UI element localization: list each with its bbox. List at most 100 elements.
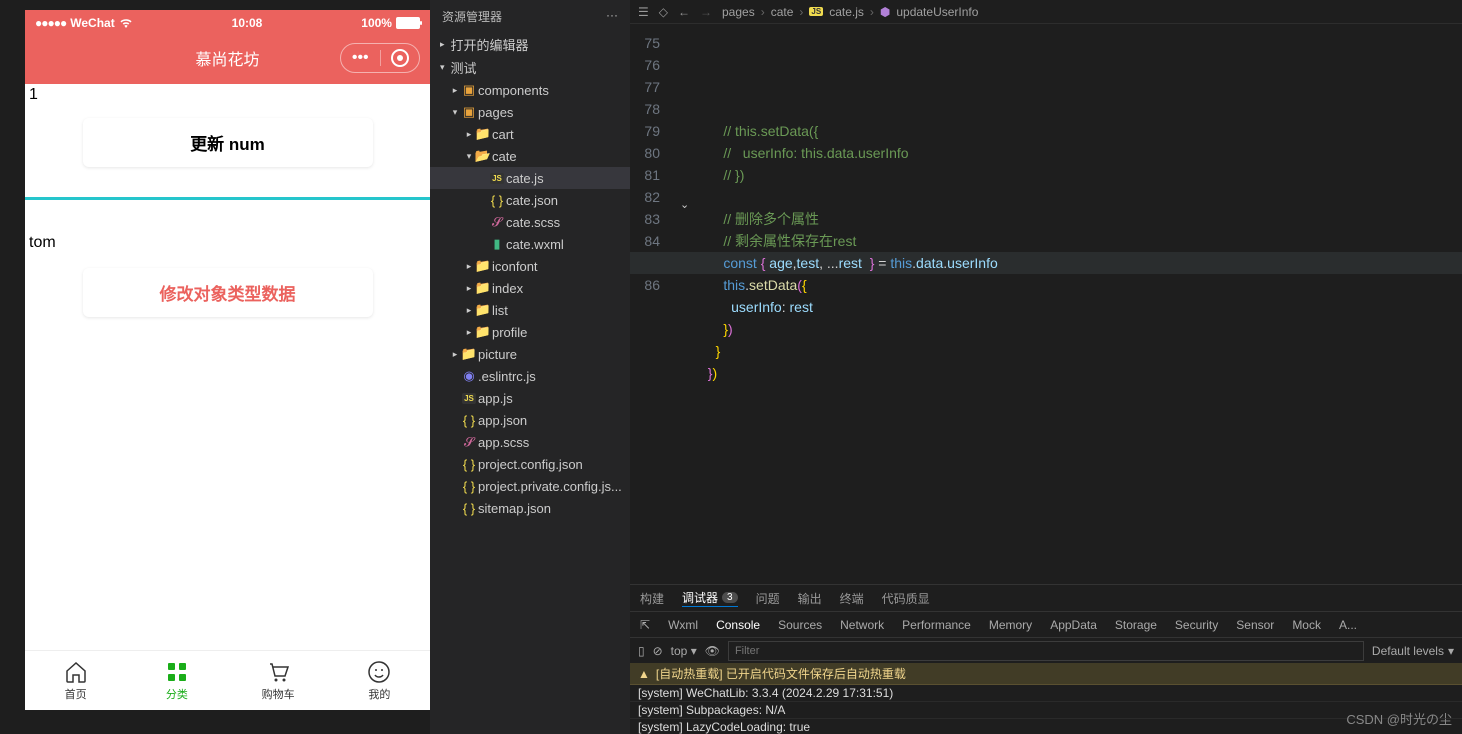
- tree-item--eslintrc-js[interactable]: ◉.eslintrc.js: [430, 365, 630, 387]
- method-icon: ⬢: [880, 5, 890, 19]
- bookmark-icon[interactable]: ◇: [659, 5, 668, 19]
- capsule-menu-icon[interactable]: •••: [341, 49, 380, 67]
- bottom-panel: 构建 调试器 3 问题 输出 终端 代码质显 ⇱ Wxml Console So…: [630, 584, 1462, 734]
- wechat-simulator: ●●●●● WeChat 10:08 100% 慕尚花坊 ••• 1 更新 nu…: [25, 10, 430, 710]
- tree-item-cart[interactable]: ▸📁cart: [430, 123, 630, 145]
- devtools-sensor[interactable]: Sensor: [1236, 618, 1274, 632]
- tree-item-components[interactable]: ▸▣components: [430, 79, 630, 101]
- tree-item-pages[interactable]: ▾▣pages: [430, 101, 630, 123]
- context-selector[interactable]: top ▾: [671, 644, 697, 658]
- nav-forward-icon[interactable]: →: [700, 5, 712, 19]
- nav-back-icon[interactable]: ←: [678, 5, 690, 19]
- tree-item-app-json[interactable]: { }app.json: [430, 409, 630, 431]
- tree-item-iconfont[interactable]: ▸📁iconfont: [430, 255, 630, 277]
- open-editors-section[interactable]: 打开的编辑器: [430, 33, 630, 56]
- tree-item-profile[interactable]: ▸📁profile: [430, 321, 630, 343]
- simulator-header: ●●●●● WeChat 10:08 100% 慕尚花坊 •••: [25, 10, 430, 84]
- divider: [25, 197, 430, 200]
- tree-item-cate-scss[interactable]: 𝓢cate.scss: [430, 211, 630, 233]
- project-section[interactable]: 测试: [430, 56, 630, 79]
- tree-item-cate-wxml[interactable]: ▮cate.wxml: [430, 233, 630, 255]
- devtools-security[interactable]: Security: [1175, 618, 1218, 632]
- tree-item-list[interactable]: ▸📁list: [430, 299, 630, 321]
- tree-item-project-private-config-js---[interactable]: { }project.private.config.js...: [430, 475, 630, 497]
- console-line: ▲[自动热重载] 已开启代码文件保存后自动热重载: [630, 663, 1462, 685]
- simulator-body: 1 更新 num tom 修改对象类型数据: [25, 84, 430, 650]
- tree-item-cate-json[interactable]: { }cate.json: [430, 189, 630, 211]
- status-bar: ●●●●● WeChat 10:08 100%: [25, 10, 430, 36]
- code-editor[interactable]: 757677787980818283848586 ⌄ // this.setDa…: [630, 24, 1462, 584]
- update-num-button[interactable]: 更新 num: [83, 118, 373, 167]
- filter-input[interactable]: [728, 641, 1364, 661]
- tree-item-index[interactable]: ▸📁index: [430, 277, 630, 299]
- battery-indicator: 100%: [361, 16, 420, 30]
- nav-bar: 慕尚花坊 •••: [25, 36, 430, 84]
- devtools-tabs: ⇱ Wxml Console Sources Network Performan…: [630, 611, 1462, 637]
- wifi-icon: [119, 18, 133, 28]
- console-toolbar: ▯ ⊘ top ▾ 👁 Default levels ▾: [630, 637, 1462, 663]
- signal-dots: ●●●●●: [35, 16, 66, 30]
- devtools-console[interactable]: Console: [716, 618, 760, 632]
- devtools-wxml[interactable]: Wxml: [668, 618, 698, 632]
- tree-item-app-scss[interactable]: 𝓢app.scss: [430, 431, 630, 453]
- tab-cart[interactable]: 购物车: [228, 651, 329, 710]
- devtools-performance[interactable]: Performance: [902, 618, 971, 632]
- devtools-appdata[interactable]: AppData: [1050, 618, 1097, 632]
- tree-item-sitemap-json[interactable]: { }sitemap.json: [430, 497, 630, 519]
- tab-build[interactable]: 构建: [640, 590, 664, 607]
- devtools-storage[interactable]: Storage: [1115, 618, 1157, 632]
- home-icon: [64, 660, 88, 684]
- tab-category[interactable]: 分类: [126, 651, 227, 710]
- warning-icon: ▲: [638, 667, 650, 681]
- explorer-more-icon[interactable]: ···: [606, 8, 618, 25]
- tree-item-picture[interactable]: ▸📁picture: [430, 343, 630, 365]
- clear-console-icon[interactable]: ⊘: [653, 644, 663, 658]
- list-icon[interactable]: ☰: [638, 5, 649, 19]
- file-tree: ▸▣components▾▣pages▸📁cart▾📂cateJScate.js…: [430, 79, 630, 734]
- carrier-label: WeChat: [70, 16, 114, 30]
- name-value: tom: [25, 230, 430, 256]
- sidebar-toggle-icon[interactable]: ▯: [638, 644, 645, 658]
- code-content[interactable]: ⌄ // this.setData({ // userInfo: this.da…: [680, 24, 1462, 584]
- fold-icon[interactable]: ⌄: [680, 194, 689, 216]
- editor-top-bar: ☰ ◇ ← → pages› cate› JS cate.js› ⬢ updat…: [630, 0, 1462, 24]
- tab-quality[interactable]: 代码质显: [882, 590, 930, 607]
- live-expression-icon[interactable]: 👁: [705, 644, 720, 658]
- tab-terminal[interactable]: 终端: [840, 590, 864, 607]
- watermark: CSDN @时光の尘: [1346, 709, 1452, 728]
- levels-dropdown[interactable]: Default levels ▾: [1372, 644, 1454, 658]
- js-badge-icon: JS: [809, 7, 823, 16]
- tab-output[interactable]: 输出: [798, 590, 822, 607]
- cart-icon: [266, 660, 290, 684]
- devtools-mock[interactable]: Mock: [1292, 618, 1321, 632]
- modify-object-button[interactable]: 修改对象类型数据: [83, 268, 373, 317]
- explorer-header: 资源管理器 ···: [430, 0, 630, 33]
- tab-home[interactable]: 首页: [25, 651, 126, 710]
- tree-item-cate[interactable]: ▾📂cate: [430, 145, 630, 167]
- console-line: [system] Subpackages: N/A: [630, 702, 1462, 719]
- tab-debugger[interactable]: 调试器 3: [682, 589, 738, 607]
- console-line: [system] LazyCodeLoading: true: [630, 719, 1462, 734]
- breadcrumb[interactable]: pages› cate› JS cate.js› ⬢ updateUserInf…: [722, 5, 978, 19]
- capsule-button[interactable]: •••: [340, 43, 420, 73]
- num-value: 1: [25, 84, 430, 106]
- tree-item-app-js[interactable]: JSapp.js: [430, 387, 630, 409]
- tree-item-project-config-json[interactable]: { }project.config.json: [430, 453, 630, 475]
- status-time: 10:08: [232, 16, 263, 30]
- console-output[interactable]: ▲[自动热重载] 已开启代码文件保存后自动热重载[system] WeChatL…: [630, 663, 1462, 734]
- tab-issues[interactable]: 问题: [756, 590, 780, 607]
- tab-bar: 首页 分类 购物车 我的: [25, 650, 430, 710]
- devtools-sources[interactable]: Sources: [778, 618, 822, 632]
- explorer-title: 资源管理器: [442, 8, 502, 25]
- tree-item-cate-js[interactable]: JScate.js: [430, 167, 630, 189]
- tab-profile[interactable]: 我的: [329, 651, 430, 710]
- devtools-network[interactable]: Network: [840, 618, 884, 632]
- explorer-panel: 资源管理器 ··· 打开的编辑器 测试 ▸▣components▾▣pages▸…: [430, 0, 630, 734]
- page-title: 慕尚花坊: [195, 46, 259, 70]
- inspect-icon[interactable]: ⇱: [640, 618, 650, 632]
- panel-tabs: 构建 调试器 3 问题 输出 终端 代码质显: [630, 585, 1462, 611]
- console-line: [system] WeChatLib: 3.3.4 (2024.2.29 17:…: [630, 685, 1462, 702]
- capsule-close-icon[interactable]: [381, 49, 420, 67]
- devtools-memory[interactable]: Memory: [989, 618, 1032, 632]
- devtools-more[interactable]: A...: [1339, 618, 1357, 632]
